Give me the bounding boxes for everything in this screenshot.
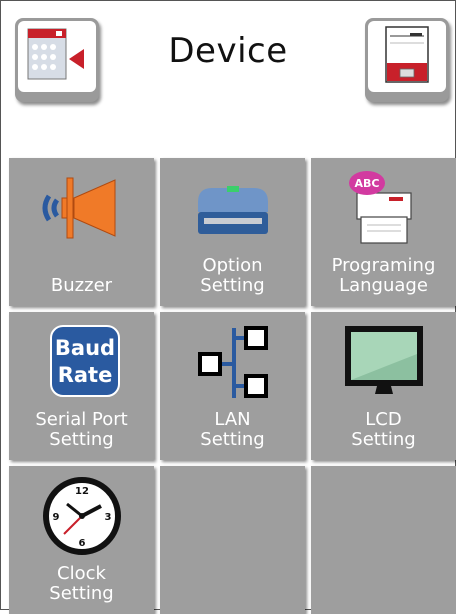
tile-lan-setting[interactable]: LAN Setting (160, 312, 305, 460)
tile-label: LCD Setting (351, 409, 416, 450)
tile-label: Buzzer (50, 275, 113, 296)
tile-empty (160, 466, 305, 614)
rate-text: Rate (57, 363, 112, 387)
svg-text:3: 3 (104, 512, 111, 523)
tile-label: Serial Port Setting (35, 409, 128, 450)
svg-text:ABC: ABC (354, 177, 379, 190)
tile-programing-language[interactable]: ABC Programing Language (311, 158, 456, 306)
tile-label: LAN Setting (200, 409, 265, 450)
tile-serial-port-setting[interactable]: Baud Rate Serial Port Setting (9, 312, 154, 460)
svg-text:6: 6 (78, 538, 85, 549)
tile-buzzer[interactable]: Buzzer (9, 158, 154, 306)
tile-lcd-setting[interactable]: LCD Setting (311, 312, 456, 460)
tile-option-setting[interactable]: Option Setting (160, 158, 305, 306)
tile-label: Programing Language (331, 255, 436, 296)
svg-text:12: 12 (75, 486, 89, 497)
baud-rate-icon: Baud Rate (9, 318, 154, 406)
tile-empty (311, 466, 456, 614)
baud-text: Baud (54, 336, 114, 360)
svg-text:9: 9 (52, 512, 59, 523)
printer-option-icon (160, 164, 305, 252)
speaker-icon (9, 164, 154, 252)
printer-info-icon (368, 21, 446, 92)
printer-info-button[interactable] (365, 18, 449, 102)
device-screen: Device Buzzer Option Setting ABC Program… (0, 0, 456, 614)
network-icon (160, 318, 305, 406)
tile-label: Option Setting (200, 255, 265, 296)
header: Device (1, 1, 455, 109)
clock-icon: 12 3 6 9 (9, 472, 154, 560)
tile-label: Clock Setting (49, 563, 114, 604)
abc-printer-icon: ABC (311, 164, 456, 252)
tile-clock-setting[interactable]: 12 3 6 9 Clock Setting (9, 466, 154, 614)
monitor-icon (311, 318, 456, 406)
